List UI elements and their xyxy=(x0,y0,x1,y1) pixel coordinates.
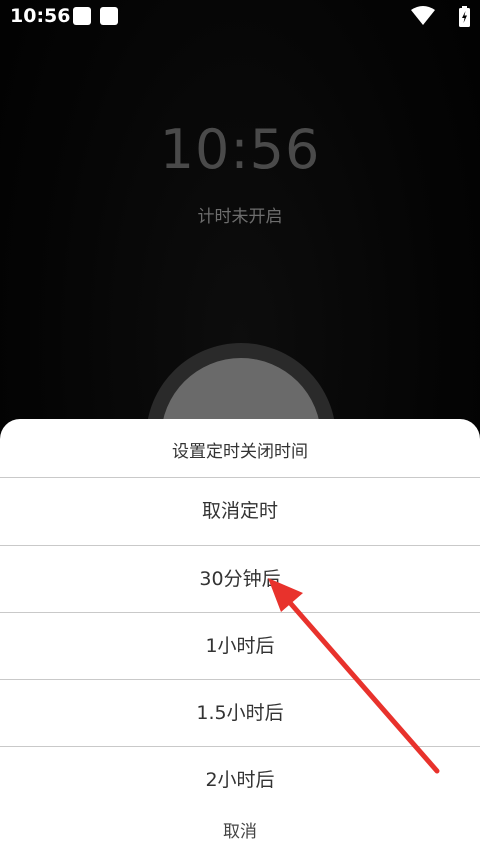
timer-bottom-sheet: 设置定时关闭时间 取消定时 30分钟后 1小时后 1.5小时后 2小时后 取消 xyxy=(0,419,480,853)
sheet-title: 设置定时关闭时间 xyxy=(172,442,308,462)
option-1-5-hours[interactable]: 1.5小时后 xyxy=(0,680,480,746)
wifi-icon xyxy=(411,6,435,25)
battery-charging-icon xyxy=(459,6,470,27)
option-cancel-timer[interactable]: 取消定时 xyxy=(0,478,480,544)
big-clock: 10:56 xyxy=(159,118,321,181)
option-2-hours[interactable]: 2小时后 xyxy=(0,747,480,813)
status-time: 10:56 xyxy=(10,5,71,27)
notification-icon xyxy=(100,7,118,25)
option-1-hour[interactable]: 1小时后 xyxy=(0,613,480,679)
notification-icon xyxy=(73,7,91,25)
timer-status: 计时未开启 xyxy=(197,207,283,227)
cancel-button[interactable]: 取消 xyxy=(0,817,480,842)
status-bar: 10:56 xyxy=(0,0,480,34)
option-30-minutes[interactable]: 30分钟后 xyxy=(0,546,480,612)
screen: 10:56 10:56 计时未开启 设置定时关闭时间 取消定时 30分钟后 1小… xyxy=(0,0,480,853)
